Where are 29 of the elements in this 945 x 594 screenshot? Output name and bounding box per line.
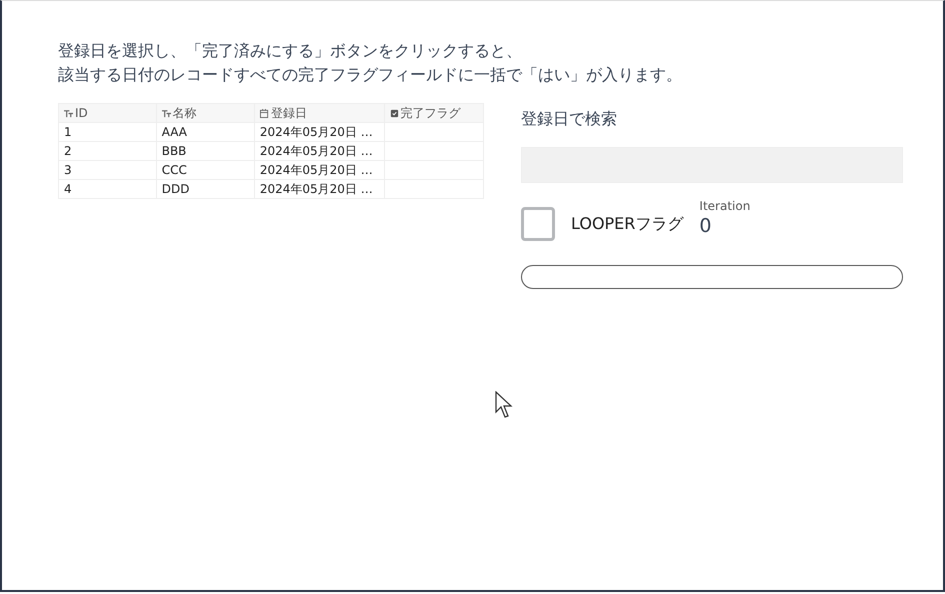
checkbox-type-icon bbox=[390, 109, 399, 118]
instruction-text: 該当する日付のレコードすべての完了フラグフィールドに一括で「はい」が入ります。 bbox=[58, 64, 683, 86]
column-header: 登録日 bbox=[270, 106, 307, 120]
iteration-label: Iteration bbox=[699, 198, 750, 215]
calendar-icon bbox=[260, 109, 269, 118]
column-header: 完了フラグ bbox=[400, 106, 461, 120]
field-label: 登録日で検索 bbox=[521, 108, 618, 130]
table-cell: 3 bbox=[64, 163, 72, 177]
column-header: ID bbox=[75, 106, 88, 120]
table-cell: CCC bbox=[162, 163, 187, 177]
table-cell: AAA bbox=[162, 125, 188, 139]
table-cell: 2024年05月20日 … bbox=[260, 144, 373, 158]
iteration-value: 0 bbox=[699, 215, 712, 237]
table-cell: DDD bbox=[162, 182, 190, 196]
table-cell: 4 bbox=[64, 182, 72, 196]
pill-button[interactable] bbox=[521, 265, 903, 289]
table-cell: 2024年05月20日 … bbox=[260, 125, 373, 139]
checkbox[interactable] bbox=[521, 207, 555, 241]
table-cell: BBB bbox=[162, 144, 186, 158]
instruction-text: 登録日を選択し、「完了済みにする」ボタンをクリックすると、 bbox=[58, 40, 523, 62]
table-cell: 1 bbox=[64, 125, 72, 139]
table-cell: 2024年05月20日 … bbox=[260, 182, 373, 196]
text-type-icon bbox=[64, 109, 73, 118]
cursor-icon bbox=[495, 391, 515, 419]
checkbox-label: LOOPERフラグ bbox=[571, 213, 684, 235]
table-cell: 2024年05月20日 … bbox=[260, 163, 373, 177]
column-header: 名称 bbox=[172, 106, 197, 120]
text-type-icon bbox=[162, 109, 171, 118]
table-cell: 2 bbox=[64, 144, 72, 158]
